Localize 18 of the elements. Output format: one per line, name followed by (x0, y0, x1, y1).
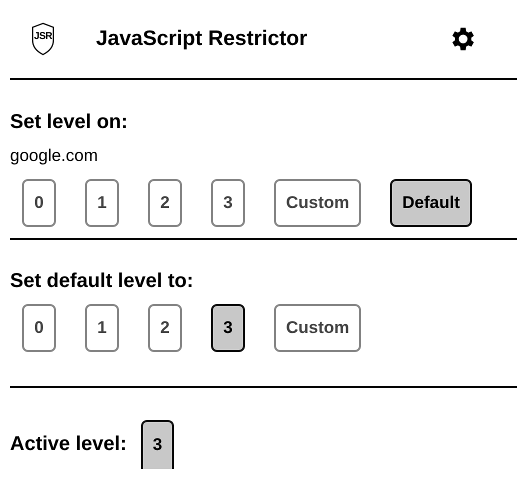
logo-icon: JSR (30, 22, 56, 56)
app-title: JavaScript Restrictor (96, 27, 308, 51)
level-button[interactable]: 1 (85, 304, 119, 352)
site-domain: google.com (10, 146, 99, 166)
level-button[interactable]: 3 (211, 179, 245, 227)
section-heading: Set level on: (10, 111, 129, 134)
active-level-label: Active level: (10, 433, 127, 456)
active-level-badge: 3 (140, 420, 174, 469)
level-button[interactable]: 1 (85, 179, 119, 227)
level-button[interactable]: 0 (22, 304, 56, 352)
level-button[interactable]: Default (390, 179, 472, 227)
level-button[interactable]: 3 (211, 304, 245, 352)
level-button[interactable]: 2 (148, 179, 182, 227)
level-button[interactable]: Custom (274, 304, 362, 352)
level-button[interactable]: 2 (148, 304, 182, 352)
level-button[interactable]: Custom (274, 179, 362, 227)
level-button[interactable]: 0 (22, 179, 56, 227)
section-heading: Set default level to: (10, 270, 194, 293)
